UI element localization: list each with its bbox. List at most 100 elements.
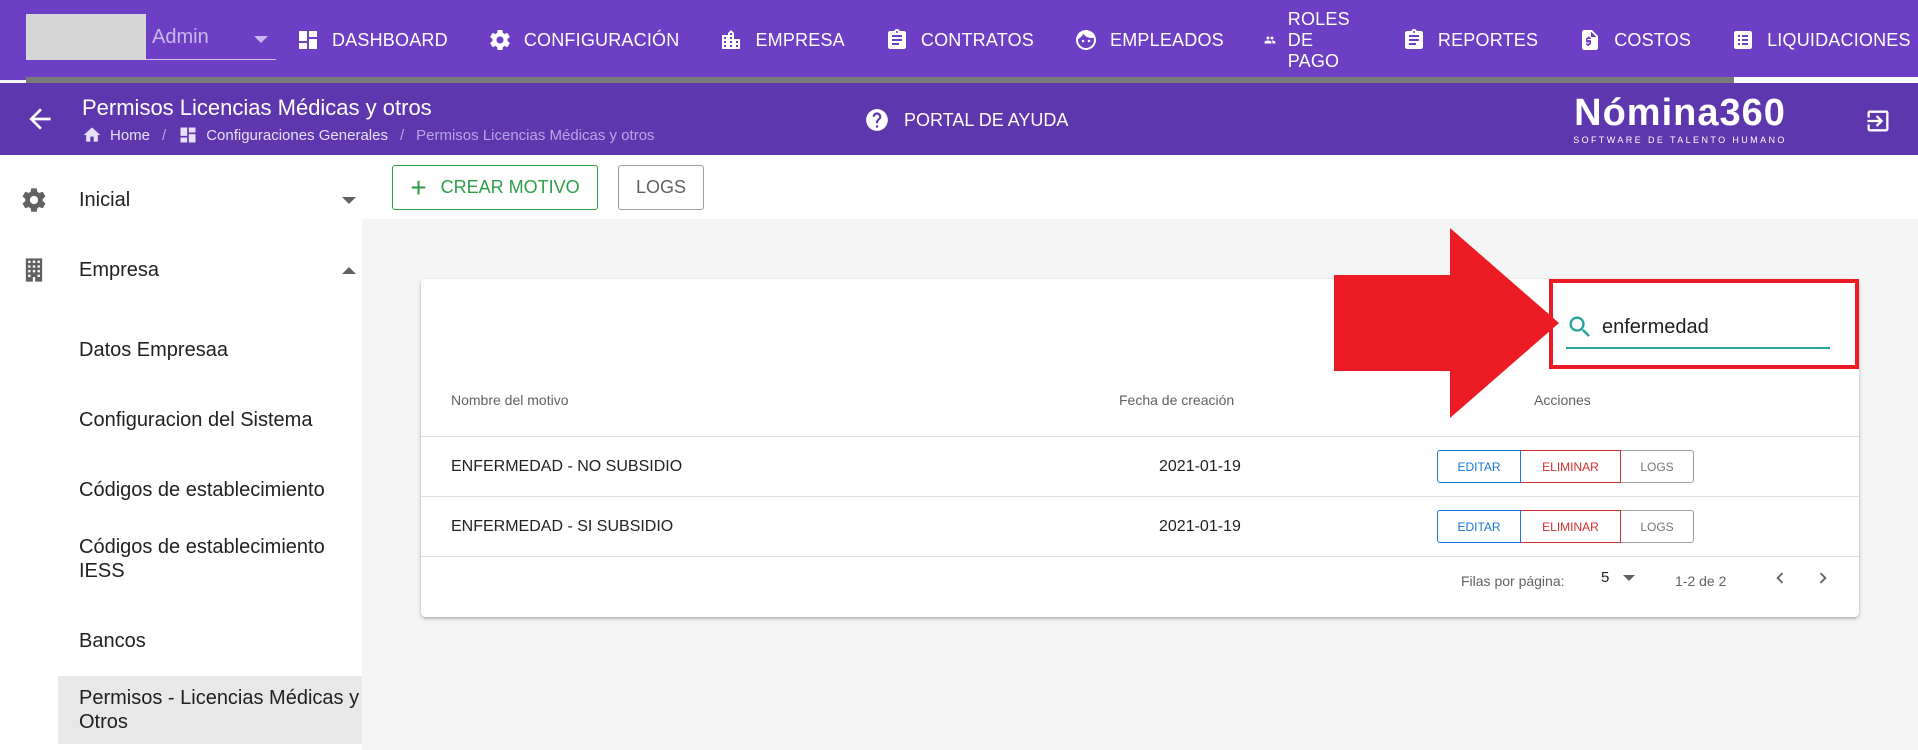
group-icon [1264,36,1276,44]
sidebar-item-label: Inicial [79,188,131,211]
help-portal-link[interactable]: PORTAL DE AYUDA [864,107,1068,133]
row-actions: EDITAR ELIMINAR LOGS [1437,510,1694,543]
create-motivo-label: CREAR MOTIVO [440,177,580,197]
dashboard-icon [299,31,317,49]
nav-item-empleados[interactable]: EMPLEADOS [1074,0,1242,80]
logs-button[interactable]: LOGS [618,165,704,210]
nav-item-costos[interactable]: COSTOS [1578,0,1709,80]
sidebar-item-empresa[interactable]: Empresa [0,255,362,285]
sidebar-subitem-datos-empresa[interactable]: Datos Empresaa [79,338,362,362]
breadcrumb-separator: / [162,126,167,144]
chevron-down-icon [1623,574,1636,581]
cell-nombre: ENFERMEDAD - NO SUBSIDIO [451,458,683,475]
cell-fecha: 2021-01-19 [1159,518,1241,535]
invoice-icon [1582,30,1599,50]
row-divider [421,496,1859,497]
cell-nombre: ENFERMEDAD - SI SUBSIDIO [451,518,674,535]
sidebar: Inicial Empresa Datos Empresaa Configura… [0,155,362,750]
rows-per-page-value: 5 [1601,569,1610,586]
row-logs-button[interactable]: LOGS [1621,450,1694,483]
edit-button[interactable]: EDITAR [1437,510,1521,543]
chevron-down-icon [342,196,356,204]
sidebar-subitem-bancos[interactable]: Bancos [79,629,362,653]
clipboard-icon [1404,29,1423,49]
brand-logo: Nómina360 SOFTWARE DE TALENTO HUMANO [1568,93,1792,145]
nav-item-configuracion[interactable]: CONFIGURACIÓN [488,0,698,80]
sidebar-item-inicial[interactable]: Inicial [0,185,362,215]
chevron-left-icon [1776,572,1784,584]
building-icon [722,30,741,49]
face-icon [1076,30,1097,50]
row-logs-button[interactable]: LOGS [1621,510,1694,543]
back-button[interactable] [24,103,56,135]
nav-item-label: EMPLEADOS [1110,29,1224,50]
page-title: Permisos Licencias Médicas y otros [82,95,432,120]
sidebar-subitem-permisos[interactable]: Permisos - Licencias Médicas y Otros [58,676,362,744]
row-divider [421,556,1859,557]
nav-item-label: COSTOS [1614,29,1692,50]
sidebar-subitem-configuracion-sistema[interactable]: Configuracion del Sistema [79,408,362,432]
clipboard-icon [887,29,906,49]
nav-item-reportes[interactable]: REPORTES [1402,0,1556,80]
column-header-fecha[interactable]: Fecha de creación [1119,392,1234,408]
dashboard-icon [180,127,196,143]
gear-icon [490,30,510,51]
nav-item-label: ROLES DE PAGO [1287,8,1350,71]
logout-button[interactable] [1864,107,1892,135]
column-header-nombre[interactable]: Nombre del motivo [451,392,569,408]
nav-item-label: LIQUIDACIONES [1767,29,1911,50]
chevron-right-icon [1819,572,1827,584]
previous-page-button[interactable] [1769,567,1791,589]
breadcrumb-configuraciones[interactable]: Configuraciones Generales [178,125,388,145]
top-navigation-bar: Admin DASHBOARD CONFIGURACIÓN EMPRESA CO… [0,0,1918,83]
delete-button[interactable]: ELIMINAR [1521,510,1621,543]
pagination-range: 1-2 de 2 [1675,573,1727,589]
cell-fecha: 2021-01-19 [1159,458,1241,475]
nav-item-dashboard[interactable]: DASHBOARD [296,0,466,80]
brand-tagline: SOFTWARE DE TALENTO HUMANO [1573,135,1787,145]
arrow-left-icon [29,108,51,130]
gear-icon [20,186,48,214]
edit-button[interactable]: EDITAR [1437,450,1521,483]
home-icon [83,127,101,142]
nav-item-liquidaciones[interactable]: LIQUIDACIONES [1731,0,1918,80]
page-header: Permisos Licencias Médicas y otros Home … [0,83,1918,155]
sidebar-item-label: Empresa [79,258,160,281]
nav-item-label: REPORTES [1437,29,1539,50]
sidebar-subitem-codigos-establecimiento[interactable]: Códigos de establecimiento [79,478,362,502]
list-icon [1734,31,1753,49]
nav-item-label: CONFIGURACIÓN [523,29,680,50]
brand-name: Nómina360 [1574,92,1786,134]
nav-item-label: EMPRESA [755,29,845,50]
nav-items: DASHBOARD CONFIGURACIÓN EMPRESA CONTRATO… [296,0,1918,80]
breadcrumb-label: Home [110,126,151,144]
chevron-up-icon [342,266,356,274]
help-icon [866,109,888,131]
user-selector[interactable]: Admin [26,14,276,60]
chevron-down-icon [254,36,268,43]
building-icon [20,256,48,284]
row-divider [421,436,1859,437]
rows-per-page-select[interactable]: 5 [1601,569,1636,586]
nav-item-contratos[interactable]: CONTRATOS [885,0,1052,80]
breadcrumb-current: Permisos Licencias Médicas y otros [416,126,655,144]
breadcrumb-label: Configuraciones Generales [206,126,388,144]
sidebar-subitem-codigos-establecimiento-iess[interactable]: Códigos de establecimiento IESS [79,535,362,583]
logout-icon [1867,110,1889,132]
delete-button[interactable]: ELIMINAR [1521,450,1621,483]
create-motivo-button[interactable]: + CREAR MOTIVO [392,165,598,210]
nav-item-empresa[interactable]: EMPRESA [719,0,862,80]
breadcrumb: Home / Configuraciones Generales / Permi… [82,125,655,145]
annotation-arrow-icon [1334,228,1559,418]
breadcrumb-separator: / [399,126,405,144]
nav-item-label: DASHBOARD [332,29,448,50]
row-actions: EDITAR ELIMINAR LOGS [1437,450,1694,483]
next-page-button[interactable] [1812,567,1834,589]
user-name: Admin [152,26,209,48]
nav-item-roles-de-pago[interactable]: ROLES DE PAGO [1264,0,1380,80]
breadcrumb-home[interactable]: Home [82,125,150,145]
help-label: PORTAL DE AYUDA [904,109,1069,130]
toolbar: + CREAR MOTIVO LOGS [362,155,1918,219]
nav-item-label: CONTRATOS [920,29,1035,50]
plus-icon: + [410,171,427,203]
